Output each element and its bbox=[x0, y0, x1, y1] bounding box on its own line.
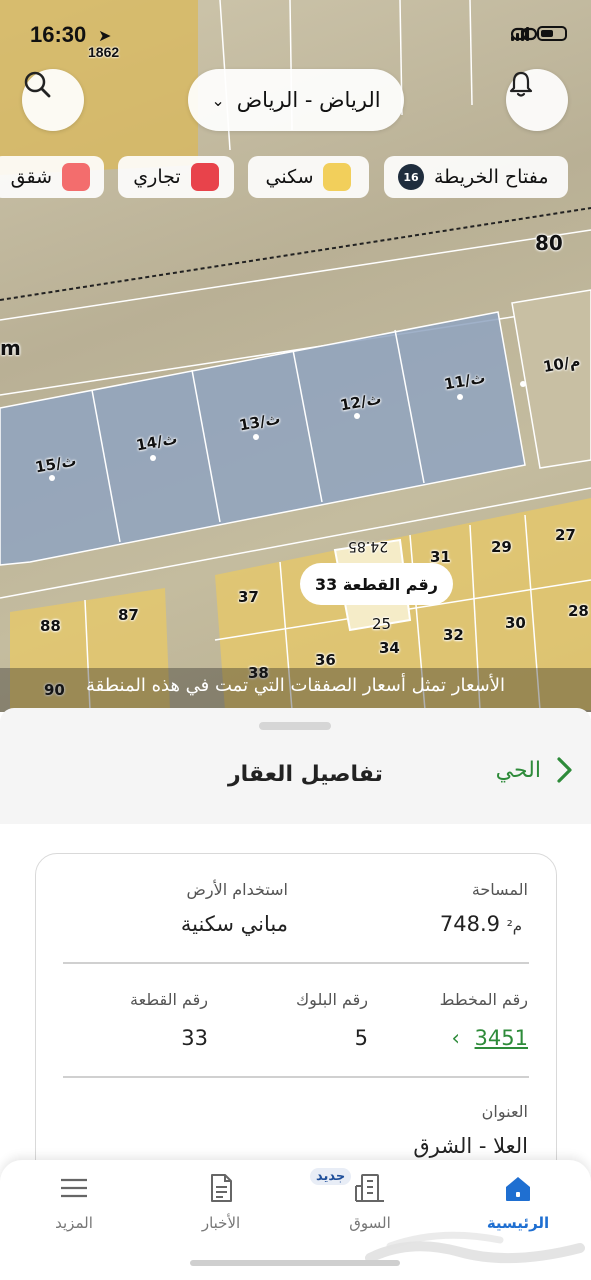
plot-number-label: رقم القطعة bbox=[130, 990, 208, 1009]
plot-number[interactable]: 34 bbox=[379, 639, 400, 657]
block-number-value: 5 bbox=[354, 1026, 368, 1050]
status-bar: 16:30 ➤ 1862 bbox=[0, 18, 591, 60]
street-width-label: 80 bbox=[535, 231, 563, 255]
tab-more[interactable]: المزيد bbox=[14, 1160, 134, 1250]
land-use-value: مباني سكنية bbox=[180, 912, 288, 936]
plan-number-label: رقم المخطط bbox=[439, 990, 528, 1009]
chevron-left-icon: ‹ bbox=[451, 1026, 460, 1050]
plan-number-value: 3451 bbox=[474, 1026, 528, 1050]
map-key-chip[interactable]: 16 مفتاح الخريطة bbox=[384, 156, 568, 198]
sheet-drag-handle[interactable] bbox=[259, 722, 331, 730]
map-view[interactable]: 16:30 ➤ 1862 ⌄ الرياض - الرياض 16 مفتاح … bbox=[0, 0, 591, 712]
home-icon bbox=[506, 1177, 530, 1201]
link-icon bbox=[511, 27, 537, 41]
bell-icon bbox=[509, 71, 533, 97]
residential-label: سكني bbox=[265, 166, 314, 188]
plot-number[interactable]: 87 bbox=[118, 606, 139, 624]
sheet-header: تفاصيل العقار الحي bbox=[0, 738, 591, 824]
property-info-card: المساحة م² 748.9 استخدام الأرض مباني سكن… bbox=[35, 853, 557, 1183]
residential-swatch bbox=[323, 163, 352, 191]
land-use-label: استخدام الأرض bbox=[186, 880, 288, 899]
search-icon bbox=[24, 71, 51, 98]
plot-number[interactable]: 27 bbox=[555, 526, 576, 544]
commercial-swatch bbox=[190, 163, 219, 191]
apartments-label: شقق bbox=[10, 166, 52, 188]
status-time-sub: 1862 bbox=[88, 44, 120, 60]
address-label: العنوان bbox=[481, 1102, 528, 1121]
chevron-right-icon bbox=[557, 757, 572, 783]
plot-number[interactable]: 29 bbox=[491, 538, 512, 556]
battery-icon bbox=[537, 26, 567, 41]
card-divider bbox=[63, 962, 529, 964]
plot-number[interactable]: 28 bbox=[568, 602, 589, 620]
building-icon bbox=[355, 1174, 384, 1202]
area-unit: م² bbox=[506, 917, 522, 935]
map-key-label: مفتاح الخريطة bbox=[434, 166, 549, 188]
city-selector[interactable]: ⌄ الرياض - الرياض bbox=[188, 69, 404, 131]
commercial-chip[interactable]: تجاري bbox=[118, 156, 234, 198]
sheet-title: تفاصيل العقار bbox=[228, 762, 383, 787]
tab-news-label: الأخبار bbox=[201, 1214, 241, 1232]
area-label: المساحة bbox=[471, 880, 528, 899]
address-value: العلا - الشرق bbox=[413, 1134, 528, 1158]
plot-number[interactable]: 30 bbox=[505, 614, 526, 632]
card-divider bbox=[63, 1076, 529, 1078]
tab-more-label: المزيد bbox=[55, 1214, 93, 1232]
plot-number[interactable]: 88 bbox=[40, 617, 61, 635]
chevron-down-icon: ⌄ bbox=[211, 90, 225, 110]
search-button[interactable] bbox=[22, 69, 84, 131]
area-value: 748.9 bbox=[439, 912, 500, 936]
city-selector-label: الرياض - الرياض bbox=[236, 88, 381, 112]
map-price-caption: الأسعار تمثل أسعار الصفقات التي تمت في ه… bbox=[0, 668, 591, 712]
status-time: 16:30 bbox=[30, 22, 87, 47]
plot-number[interactable]: 32 bbox=[443, 626, 464, 644]
notifications-button[interactable] bbox=[506, 69, 568, 131]
plot-number-value: 33 bbox=[181, 1026, 208, 1050]
commercial-label: تجاري bbox=[133, 166, 181, 188]
plot-number[interactable]: 37 bbox=[238, 588, 259, 606]
plan-number-link[interactable]: ‹ 3451 bbox=[451, 1026, 528, 1050]
plot-number[interactable]: 25 bbox=[372, 615, 391, 633]
map-key-count-badge: 16 bbox=[398, 164, 424, 190]
location-arrow-icon: ➤ bbox=[98, 26, 112, 45]
district-back-button[interactable]: الحي bbox=[496, 756, 573, 784]
document-icon bbox=[211, 1174, 232, 1202]
area-value-group: م² 748.9 bbox=[440, 912, 528, 936]
apartments-swatch bbox=[62, 163, 90, 191]
plot-number[interactable]: 36 bbox=[315, 651, 336, 669]
residential-chip[interactable]: سكني bbox=[248, 156, 369, 198]
block-number-label: رقم البلوك bbox=[295, 990, 368, 1009]
apartments-chip[interactable]: شقق bbox=[0, 156, 104, 198]
system-icons bbox=[511, 26, 567, 41]
plot-frontage-label: 24.85 bbox=[348, 538, 389, 554]
tab-news[interactable]: الأخبار bbox=[161, 1160, 281, 1250]
home-indicator bbox=[190, 1260, 400, 1266]
new-badge: جديد bbox=[310, 1168, 352, 1185]
menu-icon bbox=[61, 1178, 87, 1198]
selected-plot-callout[interactable]: رقم القطعة 33 bbox=[300, 563, 453, 605]
street-label: m bbox=[0, 336, 21, 360]
district-back-label: الحي bbox=[495, 757, 541, 783]
